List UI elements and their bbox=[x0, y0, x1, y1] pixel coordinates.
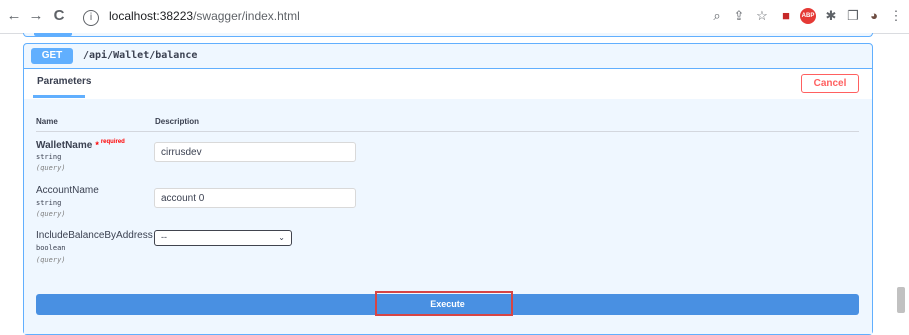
address-bar[interactable]: i localhost:38223/swagger/index.html bbox=[83, 8, 383, 26]
execute-highlight-box bbox=[375, 291, 513, 316]
param-type: string bbox=[36, 153, 62, 161]
previous-method-badge bbox=[34, 33, 72, 36]
walletname-input[interactable]: cirrusdev bbox=[154, 142, 356, 162]
operation-block: GET /api/Wallet/balance Parameters Cance… bbox=[23, 43, 873, 335]
cancel-button[interactable]: Cancel bbox=[801, 74, 859, 93]
browser-toolbar: ← → C i localhost:38223/swagger/index.htm… bbox=[0, 0, 909, 34]
back-icon[interactable]: ← bbox=[6, 8, 22, 24]
method-badge: GET bbox=[31, 48, 73, 64]
accountname-input[interactable]: account 0 bbox=[154, 188, 356, 208]
zoom-icon[interactable]: ⌕ bbox=[709, 8, 725, 24]
param-name-walletname: WalletName * required bbox=[36, 139, 125, 153]
param-name-includebalancebyaddress: IncludeBalanceByAddress bbox=[36, 230, 153, 241]
param-name-label: WalletName bbox=[36, 140, 93, 151]
url-path: /swagger/index.html bbox=[193, 9, 300, 23]
forward-icon[interactable]: → bbox=[28, 8, 44, 24]
share-icon[interactable]: ⇪ bbox=[731, 8, 747, 24]
required-star: * bbox=[95, 140, 99, 150]
previous-operation-block bbox=[23, 33, 873, 37]
bookmark-star-icon[interactable]: ☆ bbox=[754, 8, 770, 24]
operation-summary[interactable]: GET /api/Wallet/balance bbox=[24, 44, 872, 69]
select-value: -- bbox=[161, 232, 167, 242]
param-location: (query) bbox=[36, 256, 66, 264]
profile-avatar-icon[interactable]: ◕ bbox=[866, 8, 882, 24]
column-header-description: Description bbox=[155, 117, 200, 126]
site-info-icon[interactable]: i bbox=[83, 10, 99, 26]
extensions-puzzle-icon[interactable]: ✱ bbox=[823, 8, 839, 24]
param-type: boolean bbox=[36, 244, 66, 252]
reload-icon[interactable]: C bbox=[51, 8, 67, 24]
includebalancebyaddress-select[interactable]: -- ⌄ bbox=[154, 230, 292, 246]
column-header-name: Name bbox=[36, 117, 58, 126]
header-divider bbox=[36, 131, 859, 132]
param-location: (query) bbox=[36, 164, 66, 172]
param-type: string bbox=[36, 199, 62, 207]
scrollbar-thumb[interactable] bbox=[897, 287, 905, 313]
parameters-table: Name Description WalletName * required str… bbox=[24, 99, 872, 334]
tab-active-indicator bbox=[33, 95, 85, 98]
param-name-accountname: AccountName bbox=[36, 185, 99, 196]
adblock-icon[interactable]: ABP bbox=[800, 8, 816, 24]
extension-red-icon[interactable]: ■ bbox=[778, 8, 794, 24]
chevron-down-icon: ⌄ bbox=[278, 233, 285, 242]
side-panel-icon[interactable]: ❐ bbox=[845, 8, 861, 24]
param-location: (query) bbox=[36, 210, 66, 218]
operation-path: /api/Wallet/balance bbox=[83, 50, 198, 61]
tab-parameters[interactable]: Parameters bbox=[37, 75, 91, 89]
menu-kebab-icon[interactable]: ⋮ bbox=[888, 8, 904, 24]
parameters-header: Parameters Cancel bbox=[24, 69, 872, 99]
url-host: localhost:38223 bbox=[109, 9, 194, 23]
required-label: required bbox=[100, 139, 125, 145]
